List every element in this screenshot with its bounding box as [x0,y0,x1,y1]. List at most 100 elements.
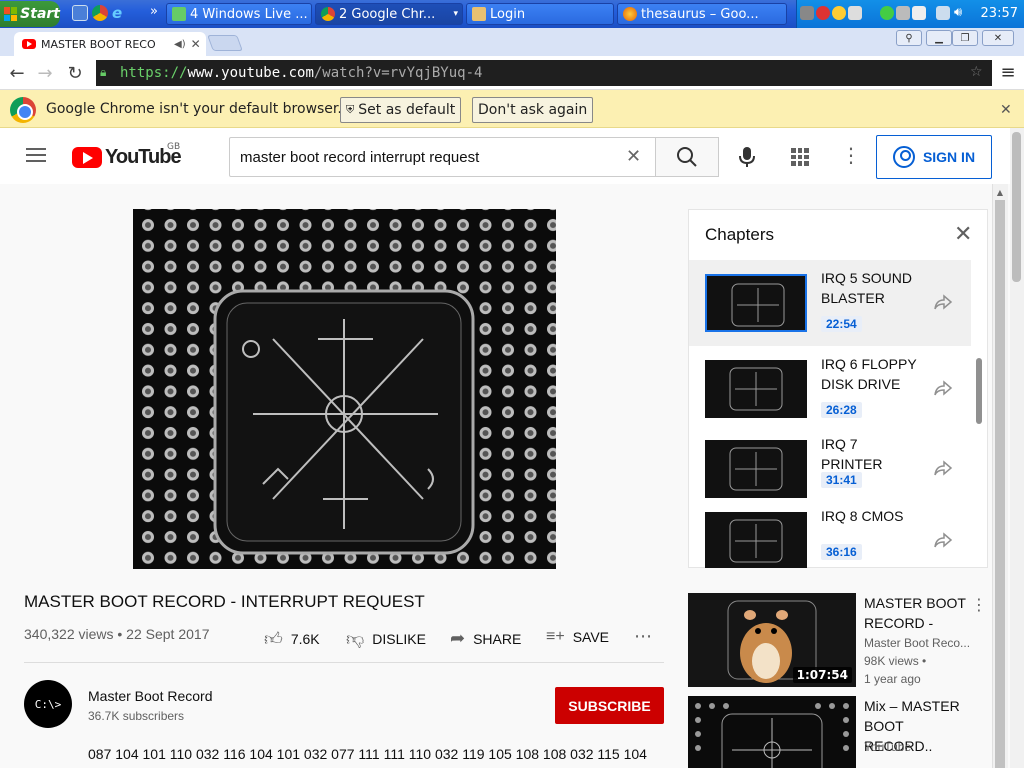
video-duration: 1:07:54 [792,667,852,683]
mix-thumbnail [688,696,856,768]
task-label: Login [490,6,526,22]
tray-usb-icon[interactable] [912,6,926,20]
sign-in-label: SIGN IN [922,149,976,165]
quicklaunch-overflow-icon[interactable]: » [150,4,158,19]
lock-icon[interactable]: 🔒︎ [100,65,112,79]
tray-user-icon[interactable] [880,6,894,20]
reload-button[interactable]: ↻ [64,62,86,84]
tab-close-icon[interactable]: ✕ [191,37,201,51]
page-scrollbar-thumb[interactable] [995,200,1005,768]
task-google-chrome[interactable]: 2 Google Chr... ▾ [315,3,463,25]
tab-title: MASTER BOOT RECO [41,37,156,51]
task-login[interactable]: Login [466,3,614,25]
chapter-title: IRQ 7 PRINTER [821,436,883,472]
video-player[interactable] [133,209,556,569]
chrome-icon [321,7,335,21]
video-options-icon[interactable]: ⋮ [971,595,987,614]
mix-channel: YouTube [864,740,912,754]
subscribe-button[interactable]: SUBSCRIBE [555,687,664,724]
share-arrow-icon: ➦ [450,628,466,648]
apps-grid-icon[interactable] [791,148,809,166]
thumbs-up-icon: 👍︎ [264,629,283,649]
youtube-logo[interactable]: YouTube [72,146,182,169]
task-windows-live[interactable]: 4 Windows Live ... [166,3,312,25]
clear-search-icon[interactable]: ✕ [626,146,641,167]
chapter-title: IRQ 6 FLOPPY DISK DRIVE [821,356,917,392]
dislike-button[interactable]: 👎︎ DISLIKE [346,628,426,650]
address-bar[interactable]: https://www.youtube.com/watch?v=rvYqjBYu… [96,60,992,86]
scroll-up-icon[interactable]: ▲ [995,188,1005,197]
chapter-thumbnail [705,360,807,418]
speaker-icon[interactable]: ◀︎) [174,39,186,50]
show-desktop-icon[interactable] [72,5,88,21]
more-options-icon[interactable]: ⋮ [841,144,861,166]
microphone-icon[interactable] [737,146,757,168]
chapter-timestamp[interactable]: 26:28 [821,402,862,418]
chapter-item[interactable]: IRQ 5 SOUND BLASTER 22:54 [689,260,971,346]
clock: 23:57 [980,6,1018,21]
window-scrollbar-thumb[interactable] [1012,132,1021,282]
tray-device-icon[interactable] [896,6,910,20]
back-button[interactable]: ← [6,62,28,84]
chapters-scrollbar-thumb[interactable] [976,358,982,424]
chapter-timestamp[interactable]: 36:16 [821,544,862,560]
video-title: MASTER BOOT RECORD - INTERRUPT REQUEST [24,592,425,611]
windows-flag-icon [4,7,18,21]
browser-menu-icon[interactable]: ≡ [1000,62,1016,84]
volume-icon[interactable]: 🔊︎ [954,5,962,20]
save-label: SAVE [572,629,609,645]
more-actions-icon[interactable]: ⋯ [634,626,652,647]
tray-app-icon[interactable] [848,6,862,20]
bookmark-star-icon[interactable]: ☆ [970,64,983,80]
close-window-button[interactable]: ✕ [982,30,1014,46]
subscriber-count: 36.7K subscribers [88,709,185,723]
browser-tab-active[interactable]: MASTER BOOT RECO ◀︎) ✕ [14,32,206,56]
ie-quicklaunch-icon[interactable]: e [112,5,128,21]
save-button[interactable]: ≡+ SAVE [546,628,609,646]
share-icon[interactable] [933,530,953,550]
chapters-heading: Chapters [705,225,774,244]
infobar-message: Google Chrome isn't your default browser… [46,101,342,117]
chapter-title: IRQ 5 SOUND BLASTER [821,270,913,306]
hamburger-menu-icon[interactable] [26,148,46,162]
recommended-mix[interactable]: Mix – MASTER BOOT RECORD.. YouTube [688,696,988,768]
maximize-button[interactable]: ❐ [952,30,978,46]
dont-ask-again-button[interactable]: Don't ask again [472,97,594,123]
video-thumbnail: 1:07:54 [688,593,856,687]
channel-avatar[interactable]: C:\> [24,680,72,728]
tray-security-icon[interactable] [816,6,830,20]
recommended-age: 1 year ago [864,672,921,686]
chapter-timestamp[interactable]: 22:54 [821,316,862,332]
chapters-close-icon[interactable]: ✕ [954,222,972,247]
start-label: Start [20,6,60,22]
set-as-default-button[interactable]: ⛨ Set as default [340,97,462,123]
search-button[interactable] [655,137,719,177]
task-label: thesaurus – Goo... [641,6,759,22]
forward-button[interactable]: → [34,62,56,84]
recommended-views: 98K views • [864,654,927,668]
new-tab-button[interactable] [207,35,243,51]
search-input[interactable]: master boot record interrupt request [229,137,656,177]
start-button[interactable]: Start [0,1,60,27]
chrome-quicklaunch-icon[interactable] [92,5,108,21]
sign-in-button[interactable]: SIGN IN [876,135,992,179]
minimize-button[interactable]: ▁ [926,30,952,46]
chapter-item[interactable]: IRQ 6 FLOPPY DISK DRIVE 26:28 [689,346,971,432]
chapter-item[interactable]: IRQ 8 CMOS 36:16 [689,498,971,568]
infobar-close-icon[interactable]: ✕ [1000,102,1012,118]
like-button[interactable]: 👍︎ 7.6K [264,628,320,650]
divider [24,662,664,663]
share-button[interactable]: ➦ SHARE [450,628,521,649]
recommended-video[interactable]: 1:07:54 MASTER BOOT RECORD - Master Boot… [688,593,988,687]
task-thesaurus[interactable]: thesaurus – Goo... [617,3,787,25]
channel-name[interactable]: Master Boot Record [88,688,213,704]
youtube-favicon-icon [22,39,36,49]
share-icon[interactable] [933,378,953,398]
tray-messenger-icon[interactable] [832,6,846,20]
tray-display-icon[interactable] [936,6,950,20]
tray-network-icon[interactable] [800,6,814,20]
share-icon[interactable] [933,292,953,312]
chapter-timestamp[interactable]: 31:41 [821,472,862,488]
share-icon[interactable] [933,458,953,478]
profile-icon[interactable]: ⚲ [896,30,922,46]
